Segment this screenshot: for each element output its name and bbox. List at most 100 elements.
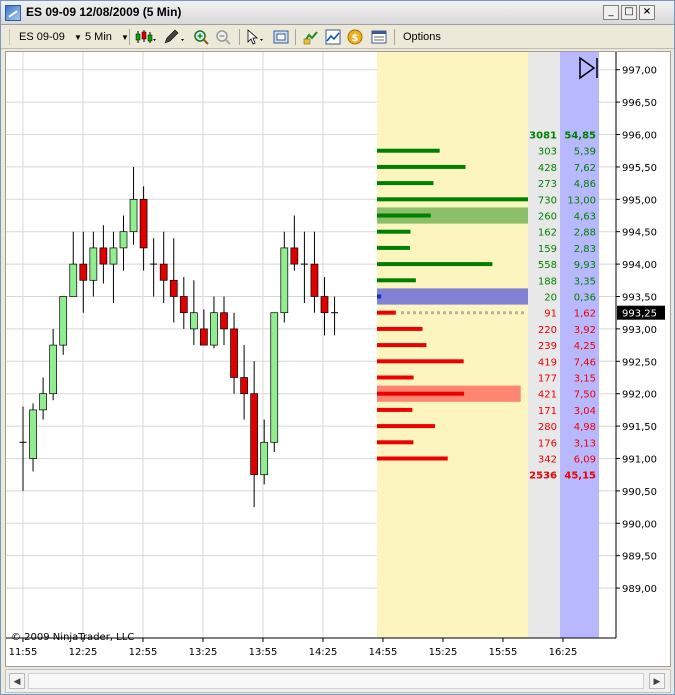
bid-volume-bar (377, 391, 465, 396)
ask-volume-bar (377, 181, 434, 186)
candle[interactable] (270, 312, 279, 453)
candle[interactable] (320, 277, 329, 336)
options-button[interactable]: Options (403, 29, 441, 45)
volume-label: 342 (538, 454, 557, 465)
instrument-label: ES 09-09 (19, 31, 65, 43)
candle[interactable] (290, 215, 299, 271)
percent-label: 4,98 (574, 422, 596, 433)
candle-up-body (260, 441, 269, 476)
candle[interactable] (220, 296, 228, 346)
indicators-button[interactable] (325, 29, 341, 45)
candle[interactable] (49, 328, 58, 401)
drawing-tool-button[interactable] (163, 29, 185, 45)
candle[interactable] (210, 296, 218, 349)
scroll-right-arrow-icon[interactable]: ▶ (649, 673, 665, 689)
snapshot-button[interactable] (273, 29, 289, 45)
scroll-track[interactable] (28, 673, 644, 689)
candle[interactable] (39, 377, 47, 420)
candle[interactable] (190, 280, 198, 346)
current-price-label: 993,25 (622, 309, 657, 320)
scroll-left-arrow-icon[interactable]: ◀ (9, 673, 25, 689)
candle[interactable] (29, 403, 37, 472)
candle[interactable] (129, 166, 138, 245)
instrument-selector[interactable]: ES 09-09 ▼ (19, 29, 82, 45)
volume-label: 220 (538, 325, 557, 336)
candle[interactable] (250, 361, 258, 508)
zoom-out-button[interactable] (215, 29, 231, 45)
candle-up-body (109, 247, 118, 265)
candle[interactable] (150, 238, 158, 297)
chart-canvas[interactable]: 303 5,39 428 7,62 273 4,86 730 13,00 260 4,63 162 2… (6, 52, 670, 666)
candle[interactable] (240, 345, 248, 420)
ask-percent-total-label: 54,85 (564, 131, 596, 142)
ask-volume-bar (377, 294, 382, 299)
candle-down-body (310, 263, 319, 297)
candle-down-body (320, 296, 329, 314)
candle[interactable] (119, 215, 128, 271)
candle[interactable] (310, 231, 319, 313)
period-selector[interactable]: 5 Min ▼ (85, 29, 129, 45)
snapshot-icon (273, 30, 289, 44)
candle-down-body (179, 296, 188, 314)
candle[interactable] (179, 277, 188, 329)
percent-label: 3,04 (574, 406, 596, 417)
candle[interactable] (331, 296, 339, 336)
volume-label: 188 (538, 276, 557, 287)
candle[interactable] (19, 406, 27, 491)
volume-label: 239 (538, 341, 557, 352)
candle-up-body (119, 231, 128, 249)
price-chart[interactable]: 303 5,39 428 7,62 273 4,86 730 13,00 260 4,63 162 2… (5, 51, 671, 667)
volume-label: 730 (538, 195, 557, 206)
candle-down-body (159, 263, 168, 281)
candle[interactable] (159, 231, 168, 303)
toolbar-separator (295, 29, 296, 45)
candle[interactable] (69, 231, 78, 297)
zoom-in-button[interactable] (193, 29, 209, 45)
candle-up-body (39, 393, 47, 411)
candle[interactable] (230, 312, 238, 394)
percent-label: 7,46 (574, 357, 596, 368)
candle[interactable] (79, 231, 88, 313)
candle[interactable] (280, 231, 289, 323)
candle[interactable] (200, 309, 208, 346)
candle[interactable] (109, 231, 118, 303)
data-box-button[interactable] (371, 29, 387, 45)
candle[interactable] (300, 231, 308, 303)
bid-percent-total-label: 45,15 (564, 471, 596, 482)
cursor-mode-button[interactable] (245, 29, 267, 45)
minimize-button[interactable]: _ (603, 5, 619, 20)
candle-down-body (230, 328, 238, 378)
candle[interactable] (59, 296, 68, 355)
candle-up-body (69, 263, 78, 297)
candle-down-body (99, 247, 108, 265)
candle[interactable] (99, 225, 108, 284)
close-button[interactable]: × (639, 5, 655, 20)
candle-up-body (89, 247, 98, 281)
x-tick-label: 13:25 (189, 647, 218, 658)
percent-label: 2,83 (574, 244, 596, 255)
volume-label: 273 (538, 179, 557, 190)
svg-text:$: $ (352, 33, 359, 44)
candle-up-body (59, 296, 68, 346)
percent-label: 3,35 (574, 276, 596, 287)
horizontal-scrollbar[interactable]: ◀ ▶ (5, 669, 671, 693)
ask-volume-bar (377, 148, 440, 153)
chevron-down-icon: ▼ (120, 33, 129, 42)
maximize-button[interactable]: □ (621, 5, 637, 20)
x-tick-label: 14:25 (309, 647, 338, 658)
candle[interactable] (169, 238, 178, 323)
candle[interactable] (139, 186, 148, 271)
candle-up-body (210, 312, 218, 346)
bid-volume-bar (377, 343, 427, 348)
candle-down-body (240, 377, 248, 395)
candle[interactable] (260, 419, 269, 485)
zoom-in-icon (194, 30, 209, 45)
x-tick-label: 16:25 (549, 647, 578, 658)
ask-volume-bar (377, 245, 410, 250)
candlestick-style-button[interactable] (135, 29, 157, 45)
strategy-button[interactable] (303, 29, 319, 45)
title-bar[interactable]: ES 09-09 12/08/2009 (5 Min) _ □ × (1, 1, 674, 25)
trade-button[interactable]: $ (347, 29, 363, 45)
cursor-arrow-icon (247, 29, 263, 45)
candle[interactable] (89, 231, 98, 297)
